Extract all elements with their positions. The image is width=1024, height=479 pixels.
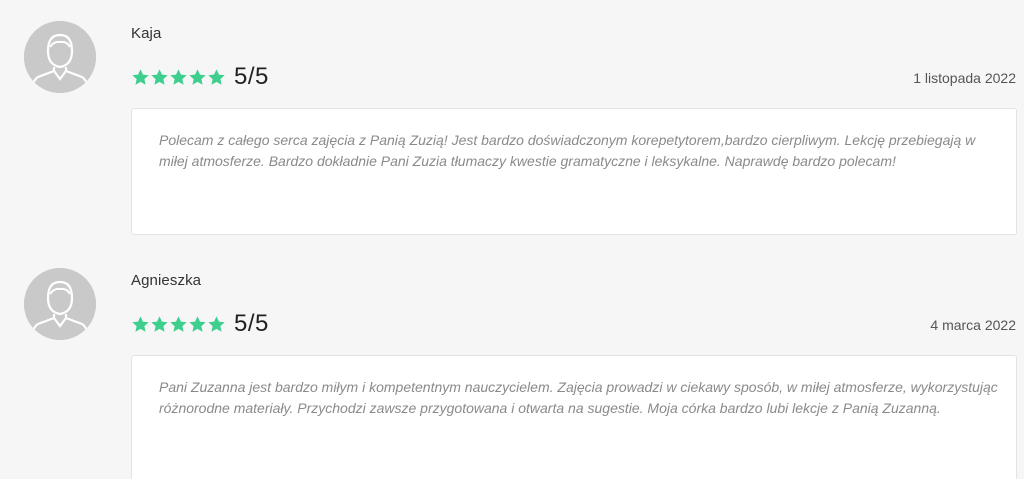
star-icon <box>132 68 149 85</box>
rating: 5/5 <box>131 63 269 91</box>
reviewer-name: Agnieszka <box>131 272 202 289</box>
star-rating <box>131 68 226 87</box>
star-icon <box>132 315 149 332</box>
avatar <box>24 268 96 340</box>
rating-score: 5/5 <box>234 63 269 90</box>
review-card: Pani Zuzanna jest bardzo miłym i kompete… <box>131 355 1017 479</box>
star-icon <box>151 68 168 85</box>
reviews-list: Kaja 5/5 1 listopada 2022 Polecam z całe… <box>0 0 1024 479</box>
star-icon <box>208 68 225 85</box>
star-icon <box>208 315 225 332</box>
star-rating <box>131 315 226 334</box>
star-icon <box>170 315 187 332</box>
user-avatar-icon <box>24 268 96 340</box>
review-text: Pani Zuzanna jest bardzo miłym i kompete… <box>159 379 998 416</box>
rating-score: 5/5 <box>234 310 269 337</box>
reviewer-name: Kaja <box>131 25 162 42</box>
star-icon <box>170 68 187 85</box>
user-avatar-icon <box>24 21 96 93</box>
star-icon <box>189 68 206 85</box>
review-date: 1 listopada 2022 <box>913 70 1016 86</box>
review-text: Polecam z całego serca zajęcia z Panią Z… <box>159 132 976 169</box>
star-icon <box>151 315 168 332</box>
avatar <box>24 21 96 93</box>
star-icon <box>189 315 206 332</box>
rating: 5/5 <box>131 310 269 338</box>
review-card: Polecam z całego serca zajęcia z Panią Z… <box>131 108 1017 235</box>
review-date: 4 marca 2022 <box>930 317 1016 333</box>
